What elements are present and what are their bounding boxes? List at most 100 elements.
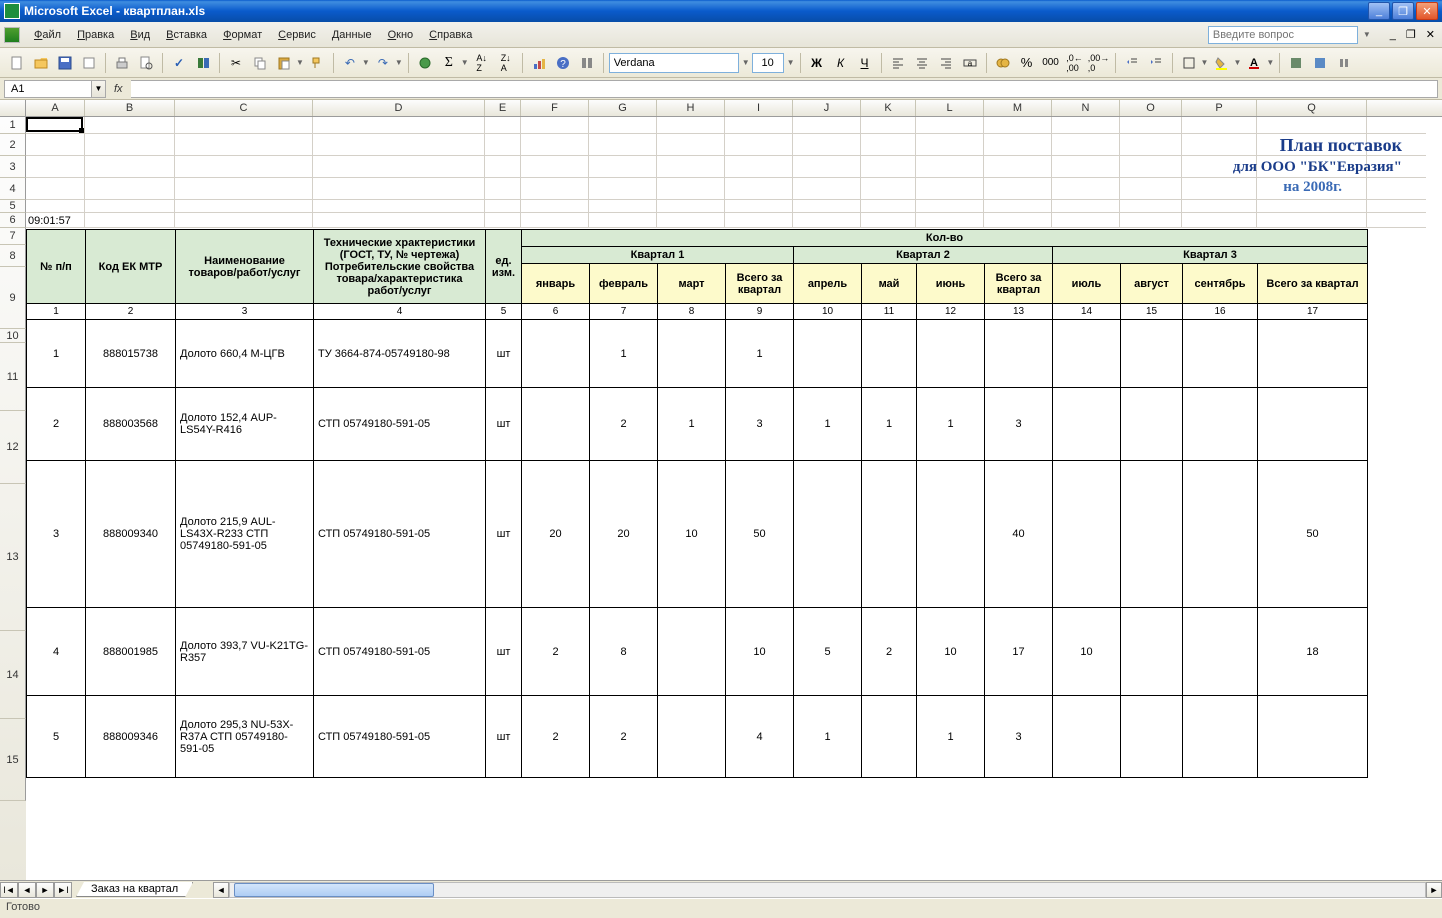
close-button[interactable]: ✕: [1416, 2, 1438, 20]
redo-button[interactable]: ↷: [372, 52, 394, 74]
row-header-12[interactable]: 12: [0, 411, 26, 484]
formula-input[interactable]: [131, 80, 1438, 98]
col-header-N[interactable]: N: [1052, 100, 1120, 116]
horizontal-scrollbar[interactable]: ◄ ►: [213, 882, 1442, 898]
sort-desc-button[interactable]: Z↓A: [495, 52, 517, 74]
row-header-15[interactable]: 15: [0, 719, 26, 801]
col-header-L[interactable]: L: [916, 100, 984, 116]
col-header-I[interactable]: I: [725, 100, 793, 116]
mdi-close-button[interactable]: ✕: [1423, 28, 1438, 41]
comma-button[interactable]: 000: [1040, 52, 1062, 74]
menu-справка[interactable]: Справка: [421, 26, 480, 44]
help-button[interactable]: ?: [552, 52, 574, 74]
font-size-select[interactable]: [752, 53, 784, 73]
hscroll-right-button[interactable]: ►: [1426, 882, 1442, 898]
permission-button[interactable]: [78, 52, 100, 74]
help-dropdown-icon[interactable]: ▼: [1363, 30, 1371, 39]
align-left-button[interactable]: [887, 52, 909, 74]
hyperlink-button[interactable]: [414, 52, 436, 74]
menu-правка[interactable]: Правка: [69, 26, 122, 44]
table-row[interactable]: 2888003568Долото 152,4 AUP-LS54Y-R416СТП…: [27, 388, 1368, 461]
undo-button[interactable]: ↶: [339, 52, 361, 74]
col-header-J[interactable]: J: [793, 100, 861, 116]
menu-файл[interactable]: Файл: [26, 26, 69, 44]
minimize-button[interactable]: _: [1368, 2, 1390, 20]
tab-next-button[interactable]: ►: [36, 882, 54, 898]
menu-сервис[interactable]: Сервис: [270, 26, 324, 44]
tab-first-button[interactable]: I◄: [0, 882, 18, 898]
select-all-corner[interactable]: [0, 100, 26, 116]
table-row[interactable]: 1888015738Долото 660,4 М-ЦГВТУ 3664-874-…: [27, 320, 1368, 388]
tab-last-button[interactable]: ►I: [54, 882, 72, 898]
mdi-minimize-button[interactable]: _: [1387, 29, 1399, 41]
app-icon[interactable]: [4, 27, 20, 43]
name-box-dropdown-icon[interactable]: ▼: [92, 80, 106, 98]
font-color-dropdown-icon[interactable]: ▼: [1266, 58, 1274, 67]
borders-button[interactable]: [1178, 52, 1200, 74]
active-cell[interactable]: [26, 117, 83, 132]
cells-area[interactable]: План поставок для ООО "БК"Евразия" на 20…: [26, 117, 1442, 880]
chart-button[interactable]: [528, 52, 550, 74]
save-button[interactable]: [54, 52, 76, 74]
menu-вид[interactable]: Вид: [122, 26, 158, 44]
merge-center-button[interactable]: a: [959, 52, 981, 74]
col-header-K[interactable]: K: [861, 100, 916, 116]
decrease-decimal-button[interactable]: ,00→,0: [1088, 52, 1110, 74]
row-header-5[interactable]: 5: [0, 200, 26, 213]
row-header-1[interactable]: 1: [0, 117, 26, 134]
sheet-tab-active[interactable]: Заказ на квартал: [76, 882, 193, 897]
row-header-3[interactable]: 3: [0, 156, 26, 178]
undo-dropdown-icon[interactable]: ▼: [362, 58, 370, 67]
mdi-restore-button[interactable]: ❐: [1403, 28, 1419, 41]
name-box[interactable]: A1: [4, 80, 92, 98]
hscroll-left-button[interactable]: ◄: [213, 882, 229, 898]
row-header-2[interactable]: 2: [0, 134, 26, 156]
redo-dropdown-icon[interactable]: ▼: [395, 58, 403, 67]
decrease-indent-button[interactable]: [1121, 52, 1143, 74]
paste-dropdown-icon[interactable]: ▼: [296, 58, 304, 67]
font-name-dropdown-icon[interactable]: ▼: [742, 58, 750, 67]
research-button[interactable]: [192, 52, 214, 74]
fill-color-dropdown-icon[interactable]: ▼: [1233, 58, 1241, 67]
col-header-M[interactable]: M: [984, 100, 1052, 116]
paste-button[interactable]: [273, 52, 295, 74]
align-right-button[interactable]: [935, 52, 957, 74]
toolbar-options-button[interactable]: [576, 52, 598, 74]
menu-формат[interactable]: Формат: [215, 26, 270, 44]
font-size-dropdown-icon[interactable]: ▼: [787, 58, 795, 67]
font-color-button[interactable]: A: [1243, 52, 1265, 74]
table-row[interactable]: 5888009346Долото 295,3 NU-53X-R37A СТП 0…: [27, 696, 1368, 778]
col-header-H[interactable]: H: [657, 100, 725, 116]
increase-decimal-button[interactable]: ,0←,00: [1064, 52, 1086, 74]
hscroll-thumb[interactable]: [234, 883, 434, 897]
autosum-dropdown-icon[interactable]: ▼: [461, 58, 469, 67]
italic-button[interactable]: К: [830, 52, 852, 74]
row-header-8[interactable]: 8: [0, 245, 26, 267]
print-button[interactable]: [111, 52, 133, 74]
currency-button[interactable]: [992, 52, 1014, 74]
col-header-D[interactable]: D: [313, 100, 485, 116]
format-painter-button[interactable]: [306, 52, 328, 74]
new-button[interactable]: [6, 52, 28, 74]
fill-color-button[interactable]: [1210, 52, 1232, 74]
col-header-C[interactable]: C: [175, 100, 313, 116]
spelling-button[interactable]: ✓: [168, 52, 190, 74]
copy-button[interactable]: [249, 52, 271, 74]
col-header-F[interactable]: F: [521, 100, 589, 116]
hscroll-track[interactable]: [229, 882, 1426, 898]
autosum-button[interactable]: Σ: [438, 52, 460, 74]
row-header-14[interactable]: 14: [0, 631, 26, 719]
menu-окно[interactable]: Окно: [380, 26, 422, 44]
align-center-button[interactable]: [911, 52, 933, 74]
font-name-select[interactable]: [609, 53, 739, 73]
bold-button[interactable]: Ж: [806, 52, 828, 74]
row-header-6[interactable]: 6: [0, 213, 26, 228]
col-header-B[interactable]: B: [85, 100, 175, 116]
col-header-A[interactable]: A: [26, 100, 85, 116]
row-header-7[interactable]: 7: [0, 228, 26, 245]
menu-данные[interactable]: Данные: [324, 26, 380, 44]
col-header-Q[interactable]: Q: [1257, 100, 1367, 116]
toolbar-overflow-button[interactable]: [1333, 52, 1355, 74]
row-header-4[interactable]: 4: [0, 178, 26, 200]
sort-asc-button[interactable]: A↓Z: [471, 52, 493, 74]
